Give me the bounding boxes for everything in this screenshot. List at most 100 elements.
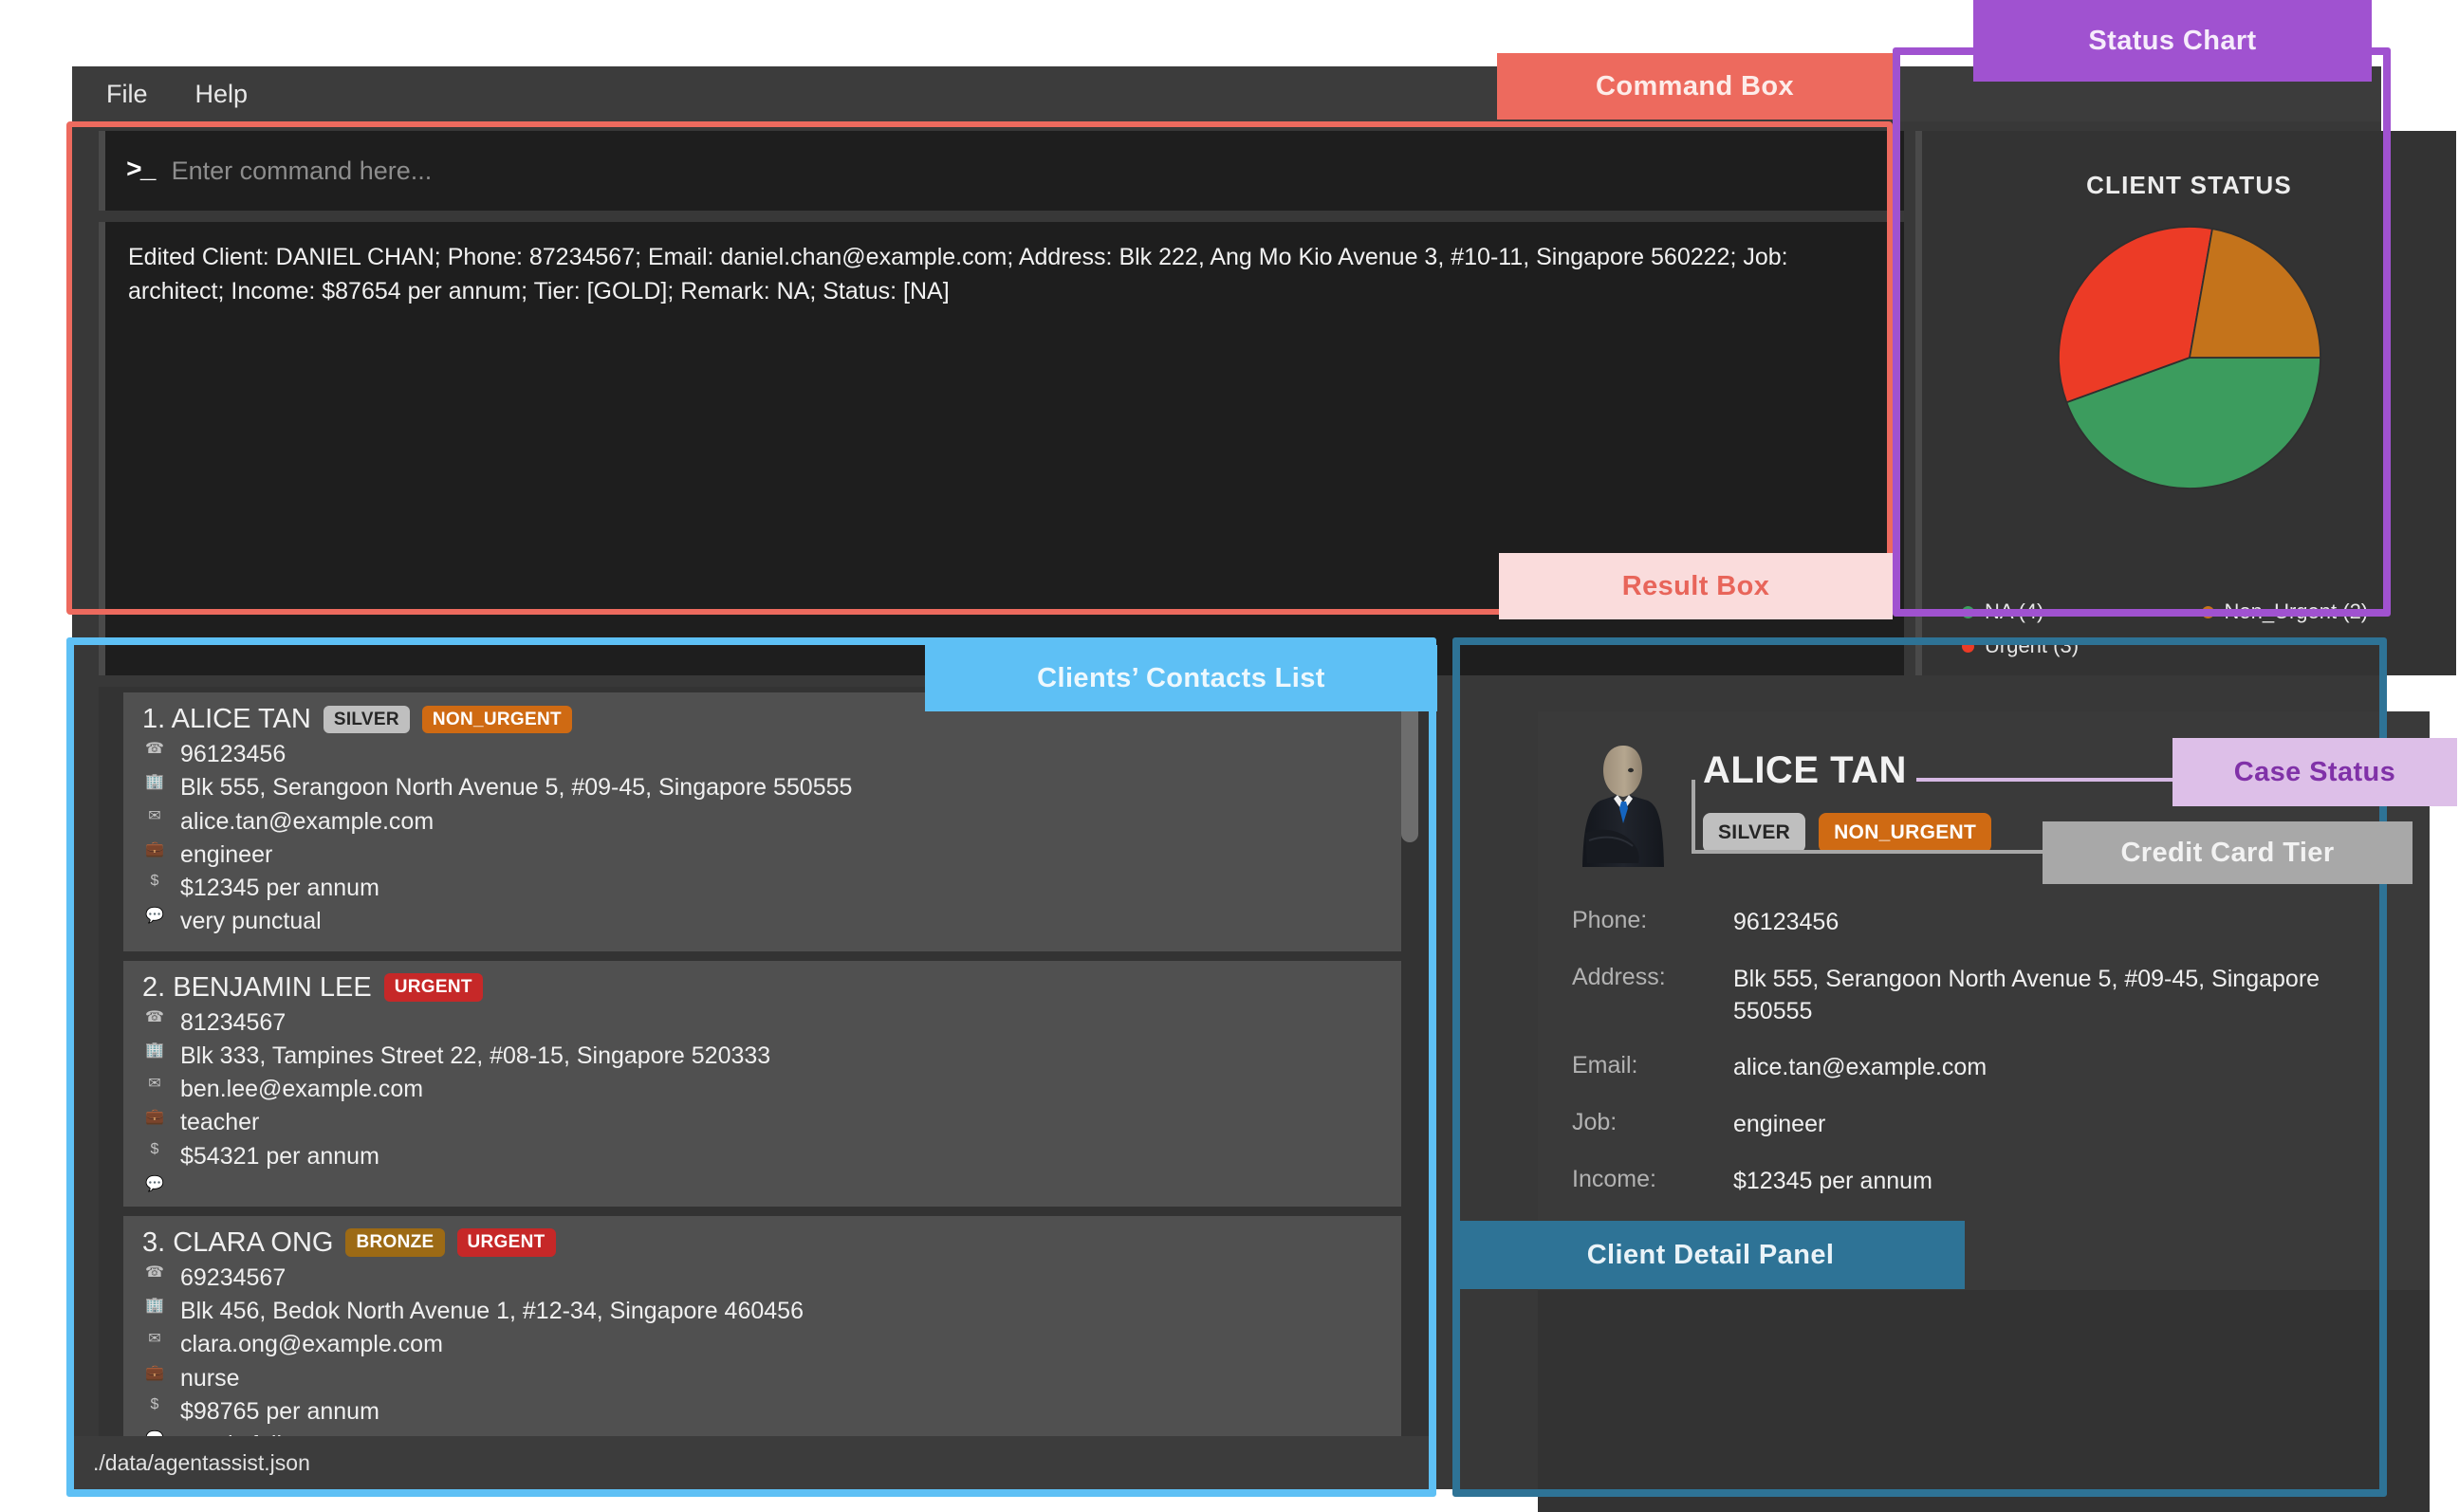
detail-field: Address: Blk 555, Serangoon North Avenue …	[1572, 964, 2395, 1028]
annotation-contacts-list: Clients’ Contacts List	[925, 645, 1437, 711]
detail-field: Income: $12345 per annum	[1572, 1166, 2395, 1198]
envelope-icon: ✉	[148, 807, 161, 824]
avatar-person-icon	[1582, 746, 1664, 867]
contact-card[interactable]: 3. CLARA ONG BRONZE URGENT ☎ 69234567 🏢 Blk 45…	[123, 1215, 1405, 1446]
detail-head-text: ALICE TAN SILVER NON_URGENT	[1703, 742, 1992, 854]
legend-color-swatch-icon	[1962, 605, 1974, 618]
contact-phone: 69234567	[180, 1263, 287, 1291]
phone-icon: ☎	[145, 1263, 164, 1281]
annotation-label: Clients’ Contacts List	[1037, 662, 1325, 693]
legend-color-swatch-icon	[1962, 639, 1974, 653]
contact-field-row: 💬	[142, 1174, 1388, 1193]
list-scrollbar-thumb[interactable]	[1401, 698, 1418, 842]
command-box[interactable]: >_ Enter command here...	[99, 131, 1904, 211]
contact-field-row: ☎ 69234567	[142, 1263, 1388, 1294]
annotation-case-status: Case Status	[2172, 738, 2457, 806]
avatar	[1572, 742, 1674, 867]
screenshot-root: File Help >_ Enter command here... Edite…	[0, 0, 2459, 1512]
contact-email: ben.lee@example.com	[180, 1076, 424, 1102]
contact-field-row: 💬 very punctual	[142, 906, 1388, 937]
result-text: Edited Client: DANIEL CHAN; Phone: 87234…	[128, 244, 1795, 304]
menu-item-file[interactable]: File	[99, 76, 156, 113]
contact-field-row: 💼 nurse	[142, 1363, 1388, 1394]
detail-field-label: Job:	[1572, 1109, 1618, 1135]
contact-income: $54321 per annum	[180, 1142, 379, 1170]
annotation-label: Credit Card Tier	[2120, 837, 2335, 868]
detail-field-label: Email:	[1572, 1052, 1638, 1079]
contact-field-row: 🏢 Blk 555, Serangoon North Avenue 5, #09-…	[142, 772, 1388, 803]
annotation-label: Command Box	[1595, 70, 1795, 101]
pie-chart	[1922, 215, 2456, 528]
chart-title: CLIENT STATUS	[2086, 171, 2292, 199]
contact-name: 2. BENJAMIN LEE	[142, 971, 372, 1003]
detail-field-label: Phone:	[1572, 907, 1648, 933]
detail-field-value: $12345 per annum	[1733, 1167, 1932, 1194]
status-chart-panel: CLIENT STATUS NA (4) Non_Urgent (2) Urge…	[1915, 131, 2456, 675]
annotation-label: Client Detail Panel	[1586, 1239, 1835, 1270]
legend-label: Non_Urgent (2)	[2224, 599, 2369, 623]
tier-badge: BRONZE	[345, 1228, 445, 1258]
list-scrollbar[interactable]	[1401, 691, 1418, 1442]
credit-tier-leader-line-h	[1692, 850, 2043, 854]
status-badge: URGENT	[383, 973, 483, 1002]
legend-item: Non_Urgent (2)	[2201, 599, 2442, 624]
envelope-icon: ✉	[148, 1331, 161, 1348]
contact-phone: 81234567	[180, 1008, 287, 1036]
save-location-path: ./data/agentassist.json	[93, 1449, 310, 1475]
detail-field: Job: engineer	[1572, 1109, 2395, 1141]
comment-icon: 💬	[145, 1175, 164, 1192]
contact-card[interactable]: 2. BENJAMIN LEE URGENT ☎ 81234567 🏢 Blk 333, …	[123, 960, 1405, 1207]
detail-fields: Phone: 96123456 Address: Blk 555, Serangoon…	[1572, 907, 2395, 1254]
contact-field-row: ☎ 81234567	[142, 1007, 1388, 1039]
building-icon: 🏢	[145, 1042, 164, 1059]
contact-field-row: ☎ 96123456	[142, 739, 1388, 770]
contact-card[interactable]: 1. ALICE TAN SILVER NON_URGENT ☎ 96123456 🏢 Bl…	[123, 692, 1405, 951]
contact-field-row: $ $98765 per annum	[142, 1396, 1388, 1428]
contact-address: Blk 333, Tampines Street 22, #08-15, Sin…	[180, 1042, 771, 1069]
building-icon: 🏢	[145, 1298, 164, 1314]
contact-remark: very punctual	[180, 908, 322, 935]
legend-item: NA (4)	[1962, 599, 2202, 624]
contact-job: teacher	[180, 1109, 260, 1136]
annotation-result-box: Result Box	[1499, 553, 1893, 619]
legend-label: NA (4)	[1985, 599, 2044, 623]
annotation-label: Case Status	[2233, 756, 2396, 787]
detail-client-name: ALICE TAN	[1703, 749, 1907, 791]
contact-field-row: $ $54321 per annum	[142, 1141, 1388, 1172]
detail-field-value: engineer	[1733, 1111, 1826, 1137]
annotation-command-box: Command Box	[1497, 53, 1893, 120]
menu-item-help[interactable]: Help	[188, 76, 256, 113]
briefcase-icon: 💼	[145, 840, 164, 857]
legend-label: Urgent (3)	[1985, 634, 2080, 657]
command-input[interactable]: Enter command here...	[172, 157, 433, 186]
contact-income: $98765 per annum	[180, 1397, 379, 1425]
credit-tier-leader-line-v	[1692, 780, 1695, 854]
briefcase-icon: 💼	[145, 1364, 164, 1381]
phone-icon: ☎	[145, 741, 164, 757]
contact-field-row: 🏢 Blk 333, Tampines Street 22, #08-15, Si…	[142, 1041, 1388, 1072]
clients-contacts-list[interactable]: 1. ALICE TAN SILVER NON_URGENT ☎ 96123456 🏢 Bl…	[99, 687, 1430, 1446]
contact-field-row: ✉ alice.tan@example.com	[142, 806, 1388, 838]
detail-field: Email: alice.tan@example.com	[1572, 1052, 2395, 1084]
phone-icon: ☎	[145, 1008, 164, 1025]
contact-email: alice.tan@example.com	[180, 807, 434, 835]
contact-job: engineer	[180, 840, 273, 868]
detail-field-value: Blk 555, Serangoon North Avenue 5, #09-4…	[1733, 965, 2320, 1024]
pie-slice-non_urgent	[2188, 228, 2321, 359]
annotation-detail-panel: Client Detail Panel	[1456, 1221, 1965, 1289]
annotation-status-chart: Status Chart	[1973, 0, 2372, 82]
contact-field-row: ✉ ben.lee@example.com	[142, 1074, 1388, 1105]
envelope-icon: ✉	[148, 1076, 161, 1092]
status-badge: NON_URGENT	[421, 705, 572, 734]
chart-legend: NA (4) Non_Urgent (2) Urgent (3)	[1962, 599, 2441, 658]
contact-field-row: $ $12345 per annum	[142, 873, 1388, 904]
dollar-icon: $	[150, 873, 159, 889]
status-bar: ./data/agentassist.json	[72, 1436, 1436, 1489]
legend-color-swatch-icon	[2201, 605, 2214, 618]
detail-field-label: Address:	[1572, 963, 1666, 990]
status-badge: URGENT	[456, 1228, 556, 1258]
contact-field-row: 🏢 Blk 456, Bedok North Avenue 1, #12-34, …	[142, 1296, 1388, 1327]
building-icon: 🏢	[145, 774, 164, 791]
contact-field-row: ✉ clara.ong@example.com	[142, 1329, 1388, 1360]
detail-badges: SILVER NON_URGENT	[1703, 813, 1992, 854]
